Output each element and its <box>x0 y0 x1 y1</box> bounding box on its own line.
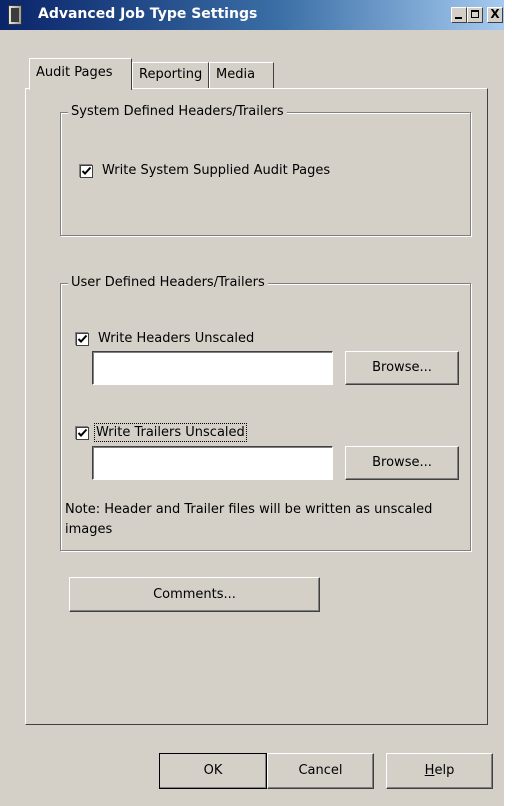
headers-browse-button[interactable]: Browse... <box>345 351 459 385</box>
write-system-checkbox[interactable] <box>80 165 93 178</box>
dialog-window: Advanced Job Type Settings X Audit Pages… <box>0 0 504 806</box>
tab-panel-audit-pages <box>25 88 488 725</box>
window-title: Advanced Job Type Settings <box>38 6 258 22</box>
minimize-button[interactable] <box>451 7 467 23</box>
minimize-icon <box>455 17 462 19</box>
tab-media[interactable]: Media <box>209 62 274 88</box>
tab-label: Reporting <box>139 67 203 82</box>
tab-label: Media <box>216 67 256 82</box>
cancel-button[interactable]: Cancel <box>267 753 374 789</box>
write-headers-checkbox[interactable] <box>76 333 89 346</box>
ok-button[interactable]: OK <box>159 753 267 789</box>
write-system-label[interactable]: Write System Supplied Audit Pages <box>102 163 330 178</box>
unscaled-note: Note: Header and Trailer files will be w… <box>65 502 433 537</box>
help-label: Help <box>424 763 455 778</box>
checkmark-icon <box>77 334 88 343</box>
trailers-file-input[interactable] <box>92 446 333 480</box>
tab-reporting[interactable]: Reporting <box>132 62 209 88</box>
maximize-button[interactable] <box>467 7 483 23</box>
checkmark-icon <box>81 166 92 175</box>
help-button[interactable]: Help <box>386 753 493 789</box>
write-headers-label[interactable]: Write Headers Unscaled <box>98 331 254 346</box>
maximize-icon <box>471 10 479 18</box>
tab-label: Audit Pages <box>36 65 113 80</box>
trailers-browse-button[interactable]: Browse... <box>345 446 459 480</box>
write-trailers-label[interactable]: Write Trailers Unscaled <box>94 423 247 442</box>
app-icon <box>8 5 22 25</box>
close-button[interactable]: X <box>487 7 503 23</box>
help-mnemonic: H <box>424 763 435 778</box>
title-bar[interactable]: Advanced Job Type Settings X <box>0 0 504 30</box>
comments-button[interactable]: Comments... <box>69 577 320 612</box>
tab-audit-pages[interactable]: Audit Pages <box>29 58 132 90</box>
checkmark-icon <box>77 428 88 437</box>
close-icon: X <box>490 7 500 21</box>
headers-file-input[interactable] <box>92 351 333 385</box>
write-trailers-checkbox[interactable] <box>76 427 89 440</box>
